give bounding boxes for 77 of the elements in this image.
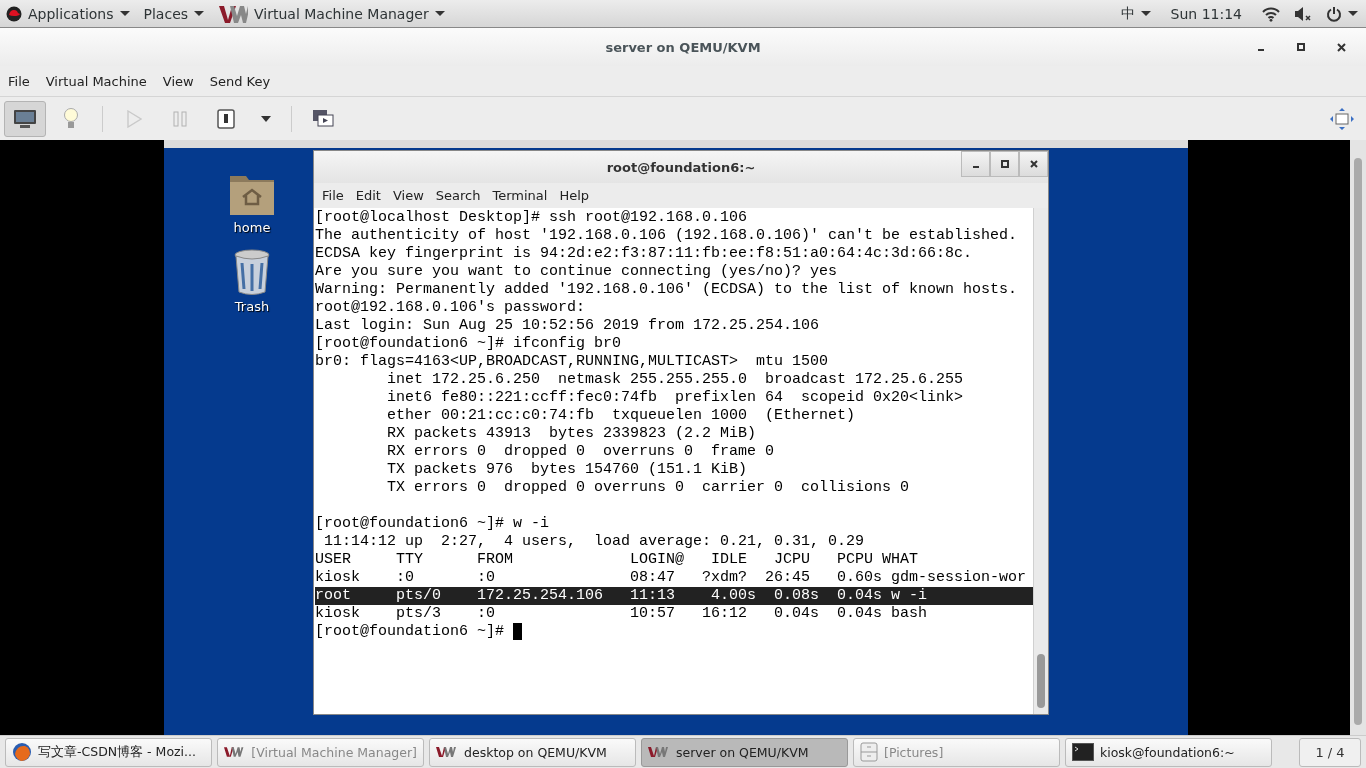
monitor-icon: [13, 108, 37, 129]
terminal-line: TX packets 976 bytes 154760 (151.1 KiB): [386, 461, 748, 479]
menu-item[interactable]: Terminal: [486, 186, 554, 205]
terminal-line: USER TTY FROM LOGIN@ IDLE JCPU PCPU WHAT: [315, 551, 919, 569]
taskbar-item[interactable]: desktop on QEMU/KVM: [429, 737, 636, 767]
speaker-icon[interactable]: [1294, 5, 1312, 22]
terminal-line: RX packets 43913 bytes 2339823 (2.2 MiB): [386, 425, 757, 443]
top-menu[interactable]: Virtual Machine Manager: [218, 3, 445, 24]
menu-item[interactable]: Send Key: [203, 69, 277, 93]
terminal-line: [root@foundation6 ~]# w -i: [315, 515, 550, 533]
wifi-icon[interactable]: [1262, 5, 1280, 22]
power-icon: [1326, 5, 1342, 22]
menu-item[interactable]: Edit: [349, 186, 387, 205]
switch-icon: [217, 108, 235, 129]
terminal-line: kiosk :0 :0 08:47 ?xdm? 26:45 0.60s gdm-session-wor: [315, 569, 1027, 587]
top-menu[interactable]: Places: [143, 5, 205, 22]
trash-icon[interactable]: [233, 249, 271, 295]
clock[interactable]: Sun 11:14: [1170, 5, 1242, 22]
terminal-icon: [1072, 743, 1094, 761]
desktop-icon-label[interactable]: Trash: [234, 299, 270, 314]
toolbar-button[interactable]: [4, 100, 46, 137]
terminal-line: inet 172.25.6.250 netmask 255.255.255.0 broadcast 172.25.6.255: [386, 371, 964, 389]
menu-item[interactable]: Virtual Machine: [39, 69, 153, 93]
globe-icon: [12, 742, 32, 762]
menu-item[interactable]: File: [2, 69, 36, 93]
close-icon: [1029, 160, 1038, 168]
taskbar-item[interactable]: 写文章-CSDN博客 - Mozi...: [5, 737, 212, 767]
terminal-line: root@192.168.0.106's password:: [315, 299, 586, 317]
terminal-line: br0: flags=4163<UP,BROADCAST,RUNNING,MULTICAST> mtu 1500: [315, 353, 829, 371]
workspace-indicator[interactable]: 1 / 4: [1299, 737, 1361, 767]
taskbar-item[interactable]: kiosk@foundation6:~: [1065, 737, 1272, 767]
terminal-line: 11:14:12 up 2:27, 4 users, load average: 0.21, 0.31, 0.29: [323, 533, 865, 551]
drawer-icon: [860, 742, 878, 762]
terminal-line: TX errors 0 dropped 0 overruns 0 carrier 0 collisions 0: [386, 479, 910, 497]
hat-logo-icon: [6, 5, 22, 22]
terminal-line: kiosk pts/3 :0 10:57 16:12 0.04s 0.04s bash: [315, 605, 928, 623]
desktop-icon-label[interactable]: home: [233, 220, 271, 235]
caret-icon: [261, 115, 271, 122]
menu-item[interactable]: Search: [429, 186, 487, 205]
top-menu[interactable]: Applications: [6, 5, 130, 22]
terminal-line: Last login: Sun Aug 25 10:52:56 2019 from 172.25.254.106: [315, 317, 820, 335]
fullscreen-icon[interactable]: [1330, 107, 1354, 130]
terminal-line: The authenticity of host '192.168.0.106 (192.168.0.106)' can't be established.: [315, 227, 1018, 245]
pause-icon: [173, 110, 187, 127]
terminal-line: Warning: Permanently added '192.168.0.106' (ECDSA) to the list of known hosts.: [315, 281, 1018, 299]
terminal-line: [root@foundation6 ~]#: [315, 623, 506, 641]
taskbar-item[interactable]: server on QEMU/KVM: [641, 737, 848, 767]
terminal-line: ether 00:21:cc:c0:74:fb txqueuelen 1000 (Ethernet): [386, 407, 856, 425]
scrollbar[interactable]: [1033, 208, 1048, 714]
terminal-title: root@foundation6:~: [606, 159, 756, 175]
menu-item[interactable]: View: [156, 69, 200, 93]
terminal-line: inet6 fe80::221:ccff:fec0:74fb prefixlen 64 scopeid 0x20<link>: [386, 389, 964, 407]
power-menu[interactable]: [1326, 5, 1358, 22]
input-method-menu[interactable]: 中: [1120, 4, 1151, 23]
menu-item[interactable]: View: [386, 186, 430, 205]
scrollbar[interactable]: [1350, 140, 1366, 735]
close-icon: [1336, 42, 1346, 52]
terminal-line: ECDSA key fingerprint is 94:2d:e2:f3:87:11:fb:ee:f8:51:a0:64:4c:3d:66:8c.: [315, 245, 973, 263]
lightbulb-icon: [63, 107, 79, 130]
window-title: server on QEMU/KVM: [605, 39, 761, 55]
play-icon: [126, 109, 142, 128]
terminal-line: [root@foundation6 ~]# ifconfig br0: [315, 335, 622, 353]
terminal-line: root pts/0 172.25.254.106 11:13 4.00s 0.08s 0.04s w -i: [315, 587, 928, 605]
terminal-line: [root@localhost Desktop]# ssh root@192.168.0.106: [315, 209, 748, 227]
terminal-line: Are you sure you want to continue connecting (yes/no)? yes: [315, 263, 838, 281]
menu-item[interactable]: Help: [553, 186, 596, 205]
close-button[interactable]: [1019, 151, 1048, 177]
vm-logo-icon: [648, 746, 670, 758]
monitors-icon: [312, 108, 334, 129]
maximize-icon: [1000, 160, 1009, 168]
vm-logo-icon: [436, 746, 458, 758]
vm-logo-icon: [224, 746, 246, 758]
maximize-icon: [1297, 43, 1305, 51]
menu-item[interactable]: File: [316, 186, 350, 205]
vm-logo-icon: [218, 3, 249, 24]
maximize-button[interactable]: [990, 151, 1019, 177]
terminal-line: RX errors 0 dropped 0 overruns 0 frame 0: [386, 443, 775, 461]
